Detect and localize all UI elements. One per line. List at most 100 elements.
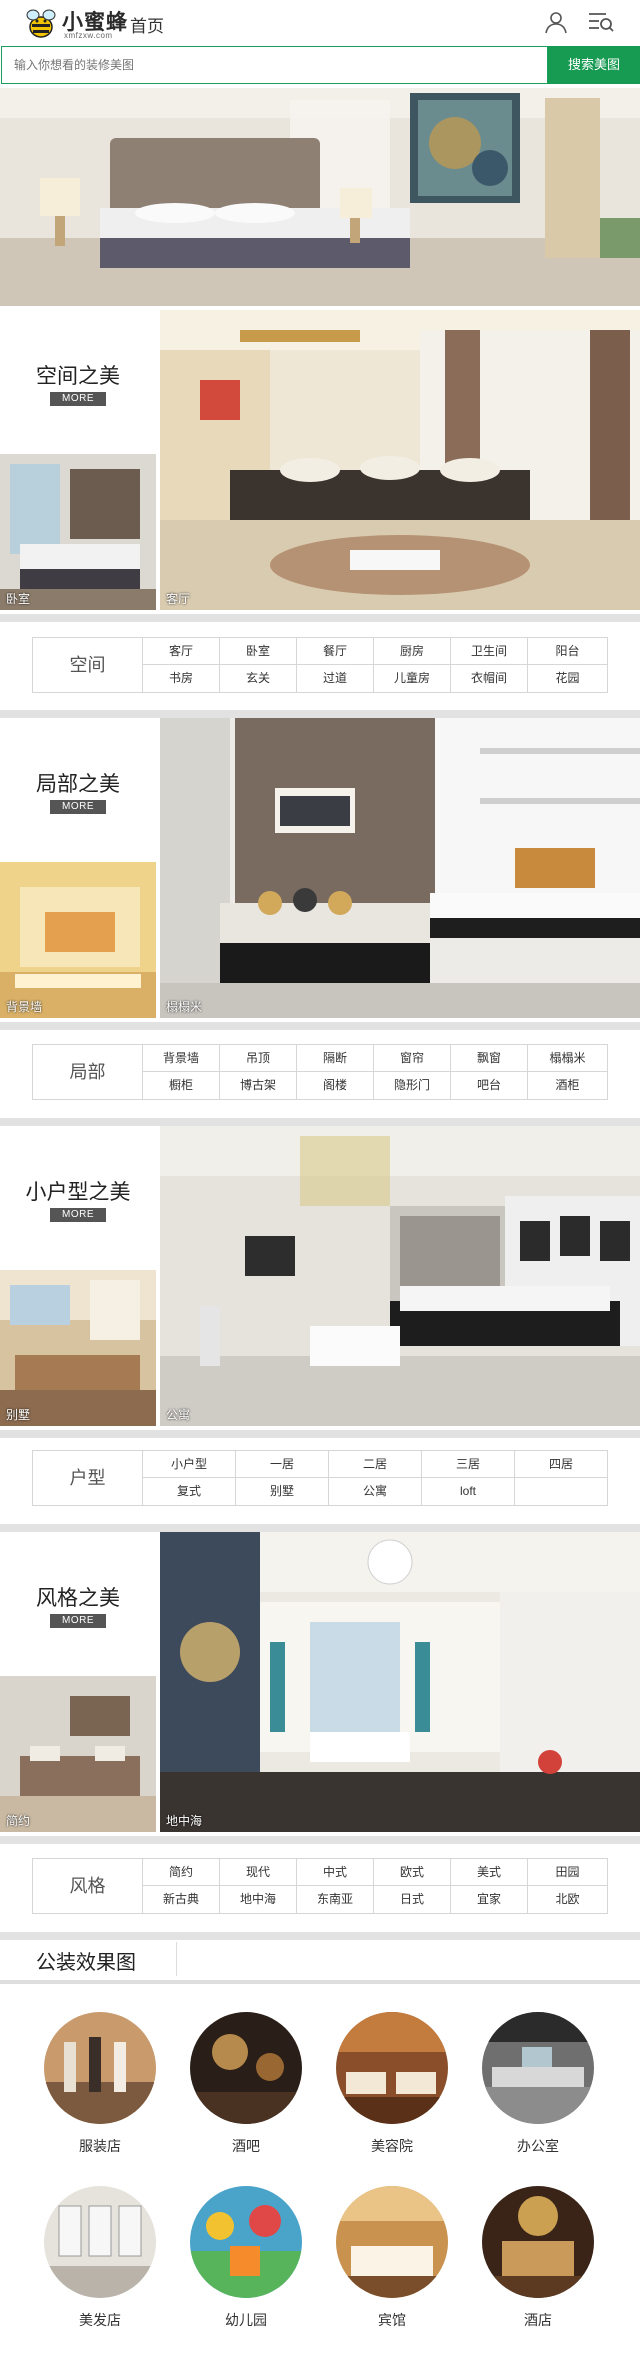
category-label: 空间 — [33, 638, 143, 692]
public-item-image[interactable] — [482, 2012, 594, 2124]
public-item-label[interactable]: 服装店 — [44, 2136, 156, 2156]
public-item-label[interactable]: 幼儿园 — [190, 2310, 302, 2330]
category-link[interactable]: 地中海 — [220, 1886, 297, 1913]
category-link[interactable]: 飘窗 — [451, 1045, 528, 1072]
category-link[interactable]: 衣帽间 — [451, 665, 528, 692]
category-link[interactable]: 复式 — [143, 1478, 236, 1505]
section-title-box[interactable]: 小户型之美 MORE — [0, 1126, 156, 1268]
section-large-image[interactable]: 榻榻米 — [160, 718, 640, 1018]
category-link[interactable]: 隐形门 — [374, 1072, 451, 1099]
category-link[interactable]: 公寓 — [329, 1478, 422, 1505]
category-link[interactable]: 新古典 — [143, 1886, 220, 1913]
section-title: 空间之美 — [36, 365, 120, 388]
public-item-image[interactable] — [190, 2186, 302, 2298]
public-item-label[interactable]: 酒吧 — [190, 2136, 302, 2156]
public-item-image[interactable] — [190, 2012, 302, 2124]
category-link[interactable]: 餐厅 — [297, 638, 374, 665]
category-link[interactable]: 北欧 — [528, 1886, 607, 1913]
user-icon[interactable] — [544, 10, 568, 34]
category-link[interactable]: 现代 — [220, 1859, 297, 1886]
category-link[interactable] — [515, 1478, 607, 1505]
image-caption: 简约 — [6, 1814, 31, 1828]
search-button[interactable]: 搜索美图 — [548, 46, 640, 84]
category-link[interactable]: 儿童房 — [374, 665, 451, 692]
public-item-label[interactable]: 美发店 — [44, 2310, 156, 2330]
category-link[interactable]: 日式 — [374, 1886, 451, 1913]
section-large-image[interactable]: 客厅 — [160, 310, 640, 610]
section-title-box[interactable]: 局部之美 MORE — [0, 718, 156, 860]
category-link[interactable]: 客厅 — [143, 638, 220, 665]
image-caption: 卧室 — [6, 592, 31, 606]
section-small-image[interactable]: 简约 — [0, 1676, 156, 1832]
public-item-image[interactable] — [336, 2186, 448, 2298]
more-button[interactable]: MORE — [50, 1208, 106, 1222]
menu-search-icon[interactable] — [588, 10, 614, 34]
section-small-image[interactable]: 背景墙 — [0, 862, 156, 1018]
category-link[interactable]: 阁楼 — [297, 1072, 374, 1099]
category-link[interactable]: 背景墙 — [143, 1045, 220, 1072]
more-button[interactable]: MORE — [50, 1614, 106, 1628]
category-link[interactable]: 东南亚 — [297, 1886, 374, 1913]
category-link[interactable]: 别墅 — [236, 1478, 329, 1505]
public-item-image[interactable] — [336, 2012, 448, 2124]
category-link[interactable]: 过道 — [297, 665, 374, 692]
category-label: 风格 — [33, 1859, 143, 1913]
public-item-image[interactable] — [482, 2186, 594, 2298]
category-link[interactable]: 博古架 — [220, 1072, 297, 1099]
category-link[interactable]: 窗帘 — [374, 1045, 451, 1072]
public-item-label[interactable]: 酒店 — [482, 2310, 594, 2330]
category-label: 局部 — [33, 1045, 143, 1099]
category-link[interactable]: 隔断 — [297, 1045, 374, 1072]
section-title: 风格之美 — [36, 1587, 120, 1610]
category-link[interactable]: 小户型 — [143, 1451, 236, 1478]
category-link[interactable]: 橱柜 — [143, 1072, 220, 1099]
category-link[interactable]: 中式 — [297, 1859, 374, 1886]
public-item-image[interactable] — [44, 2012, 156, 2124]
category-link[interactable]: loft — [422, 1478, 515, 1505]
category-link[interactable]: 玄关 — [220, 665, 297, 692]
more-button[interactable]: MORE — [50, 392, 106, 406]
category-link[interactable]: 简约 — [143, 1859, 220, 1886]
category-link[interactable]: 欧式 — [374, 1859, 451, 1886]
category-link[interactable]: 二居 — [329, 1451, 422, 1478]
category-link[interactable]: 一居 — [236, 1451, 329, 1478]
public-item-label[interactable]: 宾馆 — [336, 2310, 448, 2330]
home-link[interactable]: 首页 — [130, 12, 164, 37]
section-title-box[interactable]: 空间之美 MORE — [0, 310, 156, 452]
logo[interactable]: 小蜜蜂 xmfzxw.com — [24, 5, 144, 41]
category-link[interactable]: 阳台 — [528, 638, 607, 665]
category-link[interactable]: 田园 — [528, 1859, 607, 1886]
category-link[interactable]: 吊顶 — [220, 1045, 297, 1072]
section-separator — [0, 1118, 640, 1126]
category-grid: 背景墙 吊顶 隔断 窗帘 飘窗 榻榻米 橱柜 博古架 阁楼 隐形门 吧台 酒柜 — [143, 1045, 607, 1099]
section-separator — [0, 1836, 640, 1844]
section-large-image[interactable]: 地中海 — [160, 1532, 640, 1832]
section-title-box[interactable]: 风格之美 MORE — [0, 1532, 156, 1674]
search-input[interactable] — [1, 46, 548, 84]
category-link[interactable]: 榻榻米 — [528, 1045, 607, 1072]
category-link[interactable]: 三居 — [422, 1451, 515, 1478]
category-link[interactable]: 书房 — [143, 665, 220, 692]
public-item-image[interactable] — [44, 2186, 156, 2298]
category-link[interactable]: 酒柜 — [528, 1072, 607, 1099]
category-link[interactable]: 美式 — [451, 1859, 528, 1886]
section-separator — [0, 1980, 640, 1984]
category-link[interactable]: 宜家 — [451, 1886, 528, 1913]
section-small-image[interactable]: 卧室 — [0, 454, 156, 610]
image-caption: 地中海 — [166, 1814, 203, 1828]
section-separator — [0, 614, 640, 622]
category-label: 户型 — [33, 1451, 143, 1505]
category-grid: 简约 现代 中式 欧式 美式 田园 新古典 地中海 东南亚 日式 宜家 北欧 — [143, 1859, 607, 1913]
hero-banner-image[interactable] — [0, 88, 640, 306]
more-button[interactable]: MORE — [50, 800, 106, 814]
category-link[interactable]: 花园 — [528, 665, 607, 692]
category-link[interactable]: 吧台 — [451, 1072, 528, 1099]
category-link[interactable]: 厨房 — [374, 638, 451, 665]
section-small-image[interactable]: 别墅 — [0, 1270, 156, 1426]
section-large-image[interactable]: 公寓 — [160, 1126, 640, 1426]
public-item-label[interactable]: 办公室 — [482, 2136, 594, 2156]
category-link[interactable]: 卫生间 — [451, 638, 528, 665]
category-link[interactable]: 四居 — [515, 1451, 607, 1478]
public-item-label[interactable]: 美容院 — [336, 2136, 448, 2156]
category-link[interactable]: 卧室 — [220, 638, 297, 665]
